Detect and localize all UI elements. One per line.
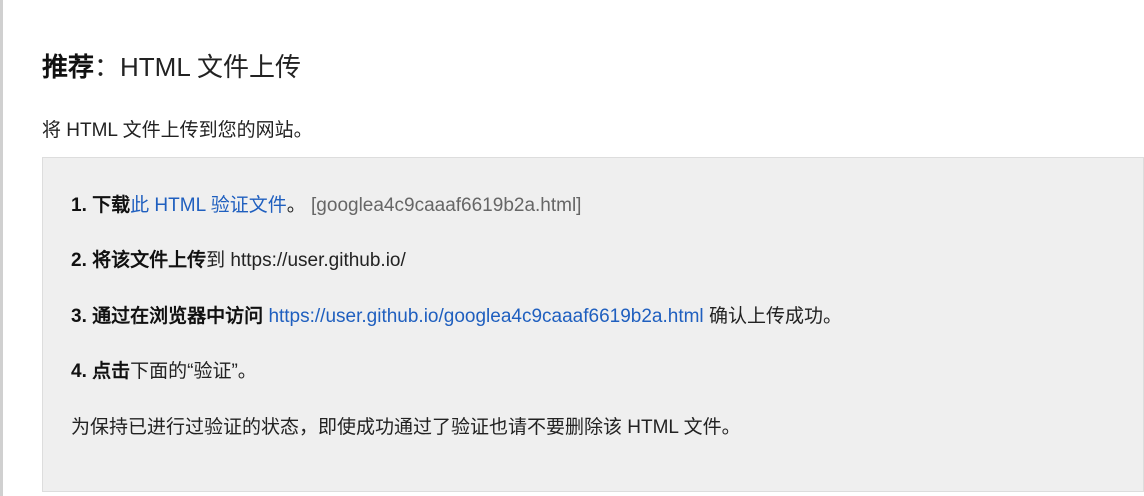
left-border — [0, 0, 3, 496]
title-method: ：HTML 文件上传 — [94, 52, 302, 82]
verification-page: 推荐：HTML 文件上传 将 HTML 文件上传到您的网站。 1. 下载此 HT… — [0, 0, 1144, 496]
verification-filename: [googlea4c9caaaf6619b2a.html] — [311, 195, 582, 216]
verification-file-url-link[interactable]: https://user.github.io/googlea4c9caaaf66… — [268, 306, 703, 327]
step-download: 1. 下载此 HTML 验证文件。 [googlea4c9caaaf6619b2… — [71, 192, 581, 220]
page-title: 推荐：HTML 文件上传 — [42, 48, 301, 86]
step-upload: 2. 将该文件上传到 https://user.github.io/ — [71, 247, 406, 275]
step-2-action: 将该文件上传 — [92, 250, 207, 271]
step-1-punctuation: 。 — [286, 195, 306, 216]
step-click-verify: 4. 点击下面的“验证”。 — [71, 358, 257, 386]
instructions-panel: 1. 下载此 HTML 验证文件。 [googlea4c9caaaf6619b2… — [42, 157, 1144, 492]
step-4-instruction: 下面的“验证”。 — [130, 361, 257, 382]
title-recommended: 推荐 — [42, 52, 95, 82]
step-confirm-upload: 3. 通过在浏览器中访问 https://user.github.io/goog… — [71, 303, 842, 331]
step-3-action: 通过在浏览器中访问 — [92, 306, 264, 327]
step-2-number: 2. — [71, 250, 87, 271]
step-1-action: 下载 — [92, 195, 131, 216]
method-description: 将 HTML 文件上传到您的网站。 — [42, 120, 313, 141]
step-1-number: 1. — [71, 195, 87, 216]
upload-target-url: 到 https://user.github.io/ — [206, 250, 406, 271]
step-4-number: 4. — [71, 361, 87, 382]
step-3-number: 3. — [71, 306, 87, 327]
step-3-confirm-text: 确认上传成功。 — [708, 306, 842, 327]
retention-note: 为保持已进行过验证的状态，即使成功通过了验证也请不要删除该 HTML 文件。 — [71, 417, 741, 438]
download-verification-file-link[interactable]: 此 HTML 验证文件 — [130, 195, 287, 216]
step-4-action: 点击 — [92, 361, 131, 382]
